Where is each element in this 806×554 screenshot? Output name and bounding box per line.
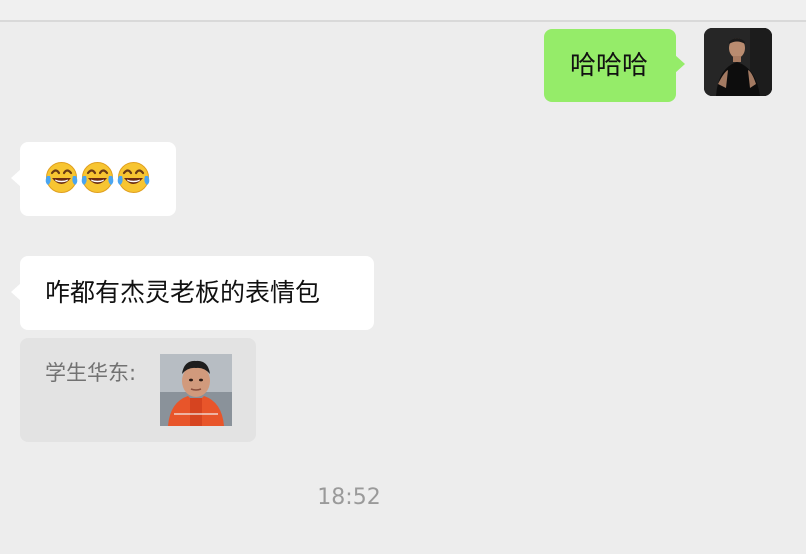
tears-of-joy-emoji-icon bbox=[116, 160, 151, 195]
outgoing-message-text: 哈哈哈 bbox=[570, 51, 649, 81]
emoji-row bbox=[44, 160, 176, 195]
top-divider bbox=[0, 0, 806, 22]
tears-of-joy-emoji-icon bbox=[44, 160, 79, 195]
face-photo-icon bbox=[160, 354, 232, 426]
quote-sender-name: 学生华东: bbox=[45, 361, 137, 385]
incoming-message-bubble[interactable]: 咋都有杰灵老板的表情包 bbox=[11, 256, 374, 330]
quoted-image-thumbnail[interactable] bbox=[160, 354, 232, 426]
incoming-emoji-bubble[interactable] bbox=[11, 142, 176, 216]
quoted-message-card[interactable]: 学生华东: bbox=[20, 338, 256, 442]
person-avatar-icon bbox=[704, 28, 772, 96]
self-avatar[interactable] bbox=[704, 28, 772, 96]
incoming-message-text: 咋都有杰灵老板的表情包 bbox=[45, 278, 321, 307]
message-timestamp: 18:52 bbox=[317, 485, 381, 510]
tears-of-joy-emoji-icon bbox=[80, 160, 115, 195]
outgoing-message-bubble[interactable]: 哈哈哈 bbox=[544, 29, 685, 102]
